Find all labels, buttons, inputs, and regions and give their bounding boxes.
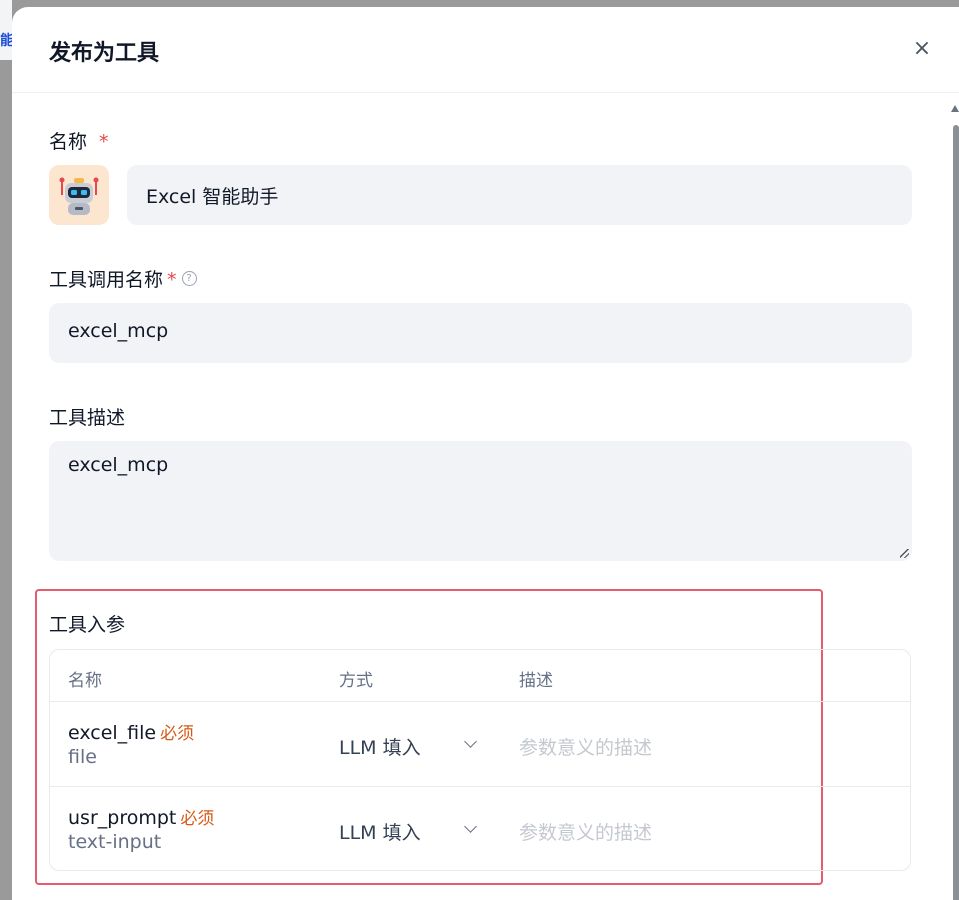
params-section-label: 工具入参 <box>49 614 126 636</box>
chevron-down-icon <box>464 820 477 833</box>
description-label: 工具描述 <box>49 407 126 429</box>
call-name-label: 工具调用名称 *? <box>49 265 197 292</box>
dialog-header: 发布为工具 × <box>12 7 959 93</box>
chevron-down-icon <box>464 735 477 748</box>
robot-icon <box>59 177 99 215</box>
name-label-text: 名称 <box>49 131 88 153</box>
params-table: 名称 方式 描述 excel_file 必须 file LLM 填入 参数意义的描… <box>49 649 911 871</box>
method-value: LLM 填入 <box>339 737 421 759</box>
param-name: excel_file 必须 <box>68 719 194 744</box>
param-name-text: excel_file <box>68 722 157 744</box>
header-name: 名称 <box>68 671 102 691</box>
tool-name-input[interactable]: Excel 智能助手 <box>127 165 912 225</box>
header-desc: 描述 <box>519 671 553 691</box>
call-name-label-text: 工具调用名称 <box>49 269 164 291</box>
row-divider <box>50 701 910 702</box>
required-mark: * <box>99 131 109 153</box>
dialog-title: 发布为工具 <box>49 41 160 66</box>
resize-handle-icon[interactable] <box>900 549 909 558</box>
scrollbar[interactable] <box>950 99 959 900</box>
header-method: 方式 <box>339 671 373 691</box>
param-type: text-input <box>68 831 162 853</box>
required-mark: * <box>167 269 177 291</box>
param-desc-input[interactable]: 参数意义的描述 <box>519 733 652 760</box>
publish-tool-dialog: 发布为工具 × 名称 * Excel 智能助手 工具调用名称 *? excel_mc… <box>12 7 959 900</box>
required-tag: 必须 <box>160 724 195 744</box>
tool-avatar[interactable] <box>49 165 109 225</box>
description-textarea[interactable]: excel_mcp <box>49 441 912 561</box>
row-divider <box>50 786 910 787</box>
help-icon[interactable]: ? <box>181 271 197 286</box>
name-label: 名称 * <box>49 127 109 154</box>
scroll-up-arrow-icon[interactable] <box>951 105 959 112</box>
param-name: usr_prompt 必须 <box>68 804 214 829</box>
required-tag: 必须 <box>180 809 215 829</box>
background-panel: 能 <box>0 0 14 60</box>
param-desc-input[interactable]: 参数意义的描述 <box>519 818 652 845</box>
method-value: LLM 填入 <box>339 822 421 844</box>
description-text: excel_mcp <box>68 454 169 476</box>
param-name-text: usr_prompt <box>68 807 177 829</box>
param-type: file <box>68 746 97 768</box>
close-icon[interactable]: × <box>910 37 934 61</box>
scrollbar-thumb[interactable] <box>953 125 959 900</box>
call-name-input[interactable]: excel_mcp <box>49 303 912 363</box>
